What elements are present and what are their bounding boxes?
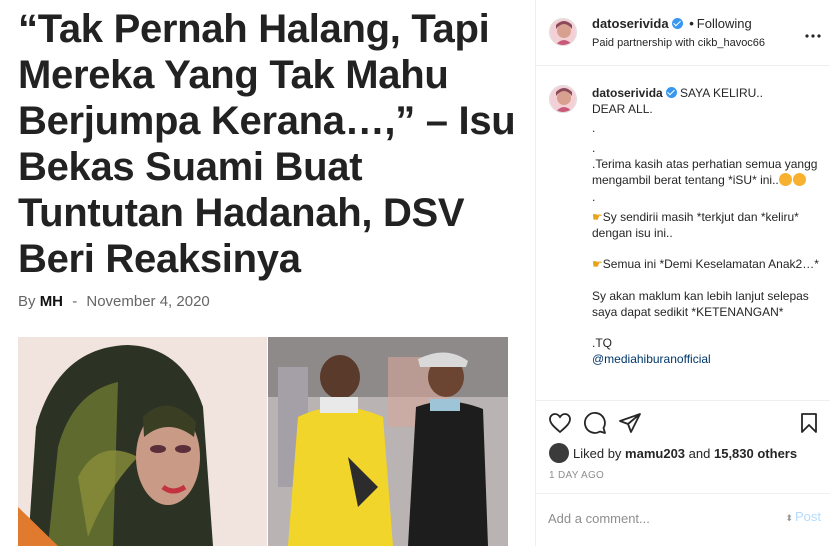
post-comment-button[interactable]: ⬍ Post xyxy=(785,509,821,524)
post-caption: datoserivida SAYA KELIRU.. DEAR ALL. . .… xyxy=(536,67,830,400)
caption-line: . xyxy=(592,121,596,136)
photo-woman-hijab xyxy=(18,337,267,546)
liked-by-label: Liked by xyxy=(573,446,622,461)
caption-line: Sy sendirii masih *terkjut dan *keliru* … xyxy=(592,209,799,240)
caption-line: Semua ini *Demi Keselamatan Anak2…* xyxy=(602,257,819,272)
caption-avatar[interactable] xyxy=(549,85,577,113)
caption-line: . xyxy=(592,190,596,205)
post-button-label: Post xyxy=(794,509,821,524)
resize-arrows-icon: ⬍ xyxy=(785,513,793,523)
caption-line: Sy akan maklum kan lebih lanjut selepas … xyxy=(592,289,809,319)
likes-summary: Liked by mamu203 and 15,830 others xyxy=(549,443,797,463)
comment-bubble-icon[interactable] xyxy=(583,411,607,435)
share-send-icon[interactable] xyxy=(618,411,642,435)
article-date: November 4, 2020 xyxy=(86,293,210,310)
author-avatar[interactable] xyxy=(549,18,577,46)
frowning-face-icon xyxy=(792,172,806,186)
header-username[interactable]: datoserivida xyxy=(592,16,669,31)
and-label: and xyxy=(688,446,711,461)
liked-by-user[interactable]: mamu203 xyxy=(625,446,685,461)
article-author: MH xyxy=(39,293,64,310)
more-options-icon[interactable] xyxy=(805,22,821,43)
caption-verified-icon xyxy=(665,87,677,98)
like-heart-icon[interactable] xyxy=(548,411,572,435)
following-button[interactable]: Following xyxy=(697,16,752,31)
article-byline: By MH - November 4, 2020 xyxy=(18,293,210,310)
post-timestamp[interactable]: 1 DAY AGO xyxy=(549,470,604,481)
by-label: By xyxy=(18,293,36,310)
caption-line: . xyxy=(592,141,596,156)
caption-text: datoserivida SAYA KELIRU.. DEAR ALL. . .… xyxy=(592,86,822,368)
article-headline: “Tak Pernah Halang, Tapi Mereka Yang Tak… xyxy=(18,7,516,281)
save-bookmark-icon[interactable] xyxy=(797,411,821,435)
post-header: datoserivida • Following Paid partnership… xyxy=(536,0,830,66)
byline-separator: - xyxy=(72,293,78,310)
photo-two-kids xyxy=(268,337,508,546)
header-username-row: datoserivida • Following xyxy=(592,16,752,31)
post-actions-bar xyxy=(536,400,830,444)
pointing-hand-icon: ☛ xyxy=(592,209,603,224)
article-image: “Tak Pernah Halang, Tapi Mereka Yang Tak… xyxy=(0,0,535,546)
caption-line: SAYA KELIRU.. xyxy=(680,86,763,100)
caption-line: .TQ xyxy=(592,336,612,351)
post-side-panel: datoserivida • Following Paid partnership… xyxy=(535,0,830,546)
caption-mention-link[interactable]: @mediahiburanofficial xyxy=(592,352,822,368)
others-count[interactable]: 15,830 others xyxy=(714,446,797,461)
caption-line: DEAR ALL. xyxy=(592,101,653,116)
comment-input[interactable] xyxy=(548,508,768,528)
paid-partnership-label[interactable]: Paid partnership with cikb_havoc66 xyxy=(592,37,765,49)
verified-badge-icon xyxy=(671,18,683,29)
frowning-face-icon xyxy=(778,172,792,186)
comment-box: ⬍Post xyxy=(536,493,830,546)
article-photo xyxy=(18,337,508,546)
caption-username[interactable]: datoserivida xyxy=(592,86,663,100)
pointing-hand-icon: ☛ xyxy=(592,257,603,272)
liker-avatar[interactable] xyxy=(549,443,569,463)
header-dot: • xyxy=(689,16,694,31)
